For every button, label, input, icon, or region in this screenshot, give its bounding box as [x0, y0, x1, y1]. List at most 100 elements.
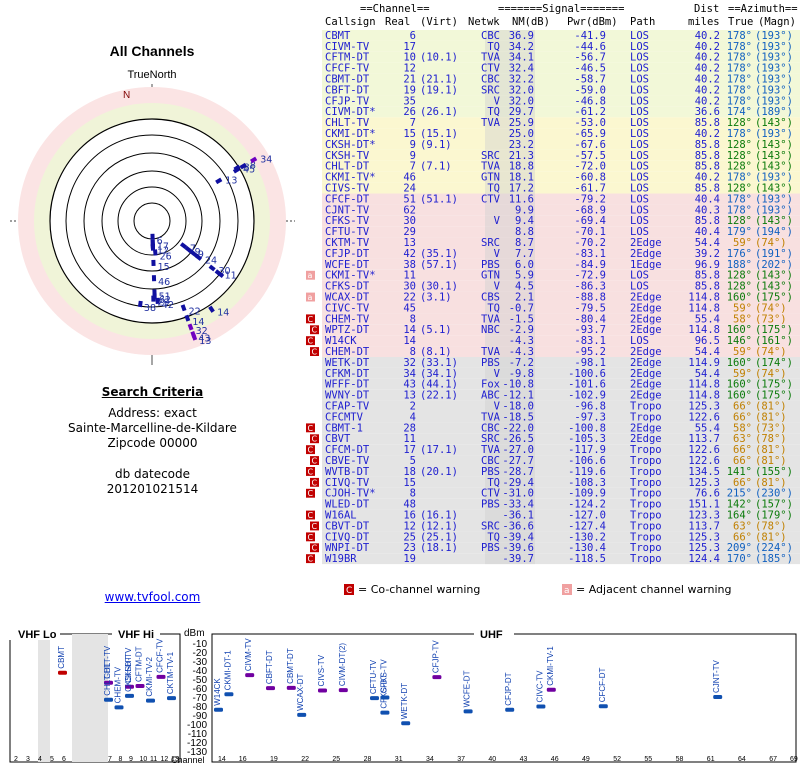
search-criteria-heading: Search Criteria	[101, 385, 204, 399]
polar-label: 26	[160, 251, 172, 262]
header-true: True	[728, 16, 753, 28]
db-label: db datecode	[114, 467, 191, 481]
spectrum-point: CIVM-DT(2)	[338, 643, 348, 693]
header-pwr: Pwr(dBm)	[567, 16, 618, 28]
place-text: Sainte-Marcelline-de-Kildare	[68, 421, 237, 435]
cell-nm: -39.7	[502, 553, 534, 565]
spectrum-label: CKMI-TV-2	[145, 657, 154, 697]
cell-real: 19	[403, 553, 416, 565]
cell-virt: (26.1)	[420, 106, 458, 118]
polar-label: 46	[158, 277, 170, 288]
x-tick-label: 34	[426, 756, 434, 763]
row-bg	[322, 455, 800, 466]
x-tick-label: 14	[218, 756, 226, 763]
x-tick-label: 55	[644, 756, 652, 763]
spectrum-point: W14CK	[213, 678, 223, 712]
spectrum-mark	[125, 693, 134, 698]
spectrum-mark	[536, 704, 546, 709]
spectrum-point: WETK-DT	[400, 683, 411, 726]
spectrum-mark	[401, 721, 411, 726]
header-magn: (Magn)	[758, 16, 796, 28]
x-tick-label: 8	[119, 756, 123, 763]
spectrum-point: CFJP-DT	[504, 672, 515, 712]
x-tick-label: 19	[270, 756, 278, 763]
vhf-lo-label: VHF Lo	[18, 629, 57, 641]
table-row: CIVC-TV 45 TQ -0.7 -79.5 2Edge 114.8 59° (74°)	[322, 302, 800, 314]
warning-mark: C	[312, 435, 318, 444]
warning-mark: C	[308, 555, 314, 564]
cell-virt: (10.1)	[420, 52, 458, 64]
x-tick-label: 58	[676, 756, 684, 763]
spectrum-mark	[114, 705, 124, 710]
table-row: CFAP-TV 2 V -18.0 -96.8 Tropo 125.3 66° (81°)	[322, 401, 800, 413]
spectrum-point: CIVM-TV	[244, 638, 255, 678]
row-bg	[322, 400, 800, 412]
cell-az-true: 170°	[727, 553, 752, 565]
warning-mark: a	[308, 293, 313, 302]
warning-mark: C	[312, 478, 318, 487]
row-bg	[322, 367, 800, 379]
x-tick-label: 46	[551, 756, 559, 763]
spectrum-label: CKMI-DT-1	[223, 650, 232, 691]
spectrum-mark	[214, 707, 223, 712]
spectrum-mark	[245, 673, 255, 678]
polar-label: 11	[225, 271, 237, 282]
spectrum-label: CFTU-TV	[369, 659, 378, 694]
x-tick-label: 3	[26, 756, 30, 763]
x-tick-label: 37	[457, 756, 465, 763]
x-tick-label: 6	[62, 756, 66, 763]
table-row: C WVTB-DT 18 (20.1) PBS -28.7 -119.6 Tropo 134.5…	[306, 466, 800, 478]
cell-netwk: NBC	[481, 324, 500, 336]
header-channel-group: ==Channel==	[360, 3, 430, 15]
polar-bar	[191, 333, 198, 341]
table-row: C W14CK 14 -4.3 -83.1 LOS 96.5 146° (161°)	[306, 335, 800, 347]
x-tick-label: 11	[150, 756, 157, 763]
x-tick-label: 40	[488, 756, 496, 763]
cell-pwr: -118.5	[568, 553, 606, 565]
row-bg	[322, 531, 800, 543]
header-nm: NM(dB)	[512, 16, 550, 28]
x-tick-label: 22	[301, 756, 309, 763]
spectrum-label: CBFT-DT	[265, 650, 274, 684]
spectrum-label: CFCF-DT	[598, 668, 607, 703]
color-rings	[18, 87, 286, 355]
cell-path: Tropo	[630, 553, 662, 565]
spectrum-mark	[713, 695, 723, 700]
header-real: Real	[385, 16, 410, 28]
x-tick-label: 10	[140, 756, 148, 763]
header-callsign: Callsign	[325, 16, 376, 28]
warning-mark: C	[308, 315, 314, 324]
x-tick-label: 64	[738, 756, 746, 763]
tvfool-link[interactable]: www.tvfool.com	[0, 590, 305, 604]
spectrum-point: CBFT-DT	[265, 650, 275, 691]
spectrum-chart: VHF Lo VHF Hi UHF dBm Channel -10-20-30-…	[0, 628, 798, 765]
cell-callsign: W19BR	[325, 553, 357, 565]
spectrum-point: CFKS-TV	[379, 659, 390, 700]
table-header: ==Channel== =======Signal======= Dist ==…	[325, 3, 798, 28]
spectrum-mark	[135, 684, 145, 689]
cochannel-mark: C	[346, 586, 352, 596]
table-row: CFTU-TV 29 8.8 -70.1 LOS 40.4 179° (194°)	[322, 226, 800, 238]
header-netwk: Netwk	[468, 16, 500, 28]
uhf-label: UHF	[480, 629, 503, 641]
spectrum-label: CFJP-DT	[504, 672, 513, 705]
table-rows: CBMT 6 CBC 36.9 -41.9 LOS 40.2 178° (193°)CIVM-T…	[306, 30, 800, 565]
spectrum-point: CIVS-TV	[317, 654, 327, 693]
cell-virt: (20.1)	[420, 466, 458, 478]
polar-label: 13	[199, 336, 211, 347]
table-row: C W16AL 16 (16.1) -36.1 -127.0 Tropo 123.3 164°(…	[306, 510, 800, 522]
warning-mark: C	[312, 544, 318, 553]
row-bg	[322, 520, 800, 532]
spectrum-point: WCFE-DT	[463, 670, 473, 714]
cell-netwk: TVA	[481, 117, 501, 129]
warning-mark: C	[312, 348, 318, 357]
y-tick-label: -130	[187, 747, 207, 758]
spectrum-point: CKSH-DT	[124, 656, 134, 698]
warning-mark: C	[312, 457, 318, 466]
spectrum-mark	[318, 688, 327, 693]
spectrum-mark	[104, 697, 113, 702]
cell-virt: (9.1)	[420, 139, 452, 151]
cell-virt: (3.1)	[420, 292, 452, 304]
spectrum-points: CBMT CHLT-TVCHLT-DT CHEM-TVCKSH-TVCKSH-DT C…	[57, 638, 723, 726]
x-tick-label: 5	[50, 756, 54, 763]
